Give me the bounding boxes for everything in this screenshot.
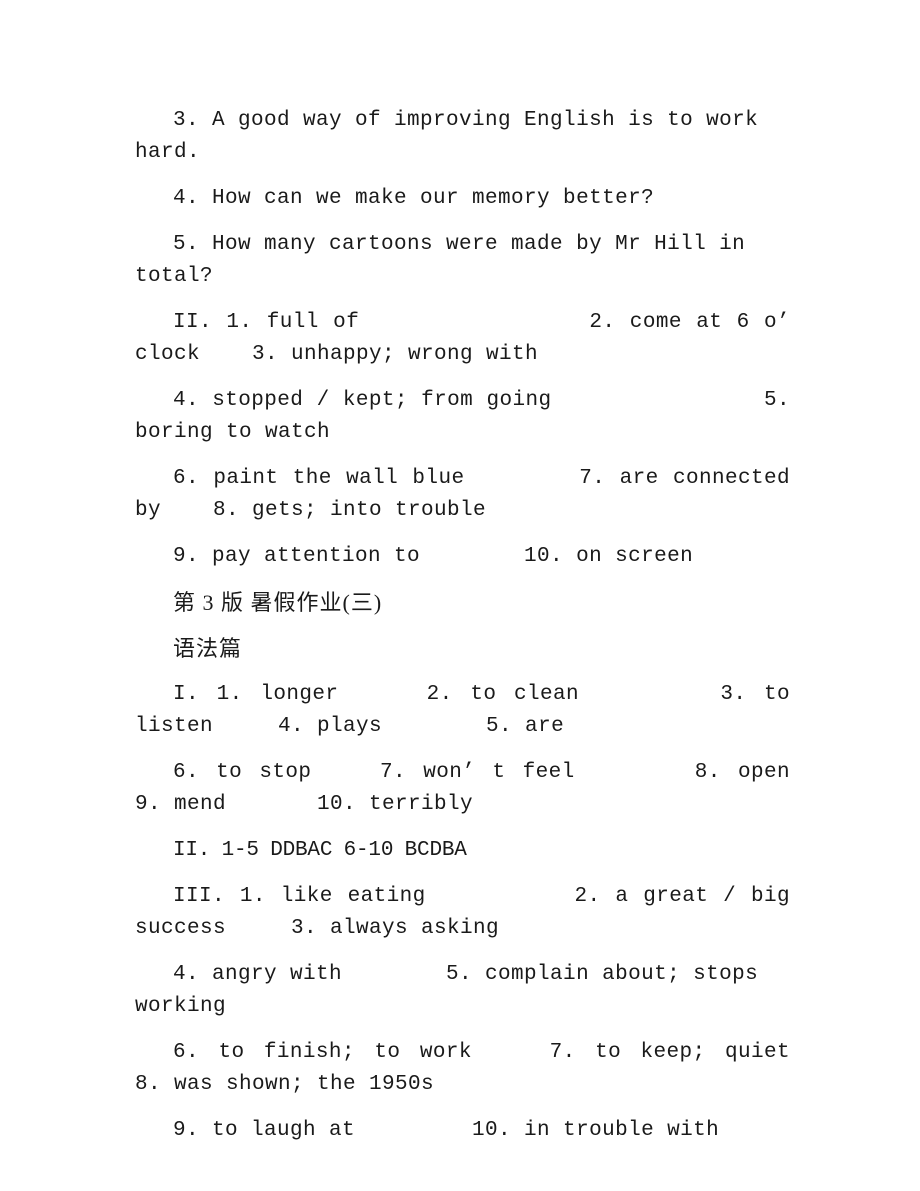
document-body: 3. A good way of improving English is to… [135, 105, 790, 1147]
answer-line-ii-9-10: 9. pay attention to 10. on screen [173, 545, 694, 568]
answer-line-iii-9-10: 9. to laugh at 10. in trouble with [173, 1119, 720, 1142]
answer-line-i-1-5: I. 1. longer 2. to clean 3. to listen 4.… [135, 683, 804, 738]
answer-line-iii-4-5: 4. angry with 5. complain about; stops w… [135, 963, 772, 1018]
document-page: 3. A good way of improving English is to… [0, 0, 920, 1191]
answer-line-i-6-10: 6. to stop 7. won’ t feel 8. open 9. men… [135, 761, 869, 816]
answer-line-ii-1-3: II. 1. full of 2. come at 6 o’ clock 3. … [135, 311, 804, 366]
answer-line-q4: 4. How can we make our memory better? [173, 187, 655, 210]
answer-line-iii-6-8: 6. to finish; to work 7. to keep; quiet … [135, 1041, 790, 1096]
answer-line-ii-4-5: 4. stopped / kept; from going 5. boring … [135, 389, 804, 444]
heading-page-heading: 第 3 版 暑假作业(三) [173, 590, 383, 615]
heading-section-heading: 语法篇 [173, 636, 243, 661]
answer-line-ii-6-8: 6. paint the wall blue 7. are connected … [135, 467, 804, 522]
answer-line-q3: 3. A good way of improving English is to… [135, 109, 772, 164]
answer-line-q5: 5. How many cartoons were made by Mr Hil… [135, 233, 759, 288]
answer-line-ii-choices: II. 1-5 DDBAC 6-10 BCDBA [173, 839, 467, 862]
answer-line-iii-1-3: III. 1. like eating 2. a great / big suc… [135, 885, 804, 940]
